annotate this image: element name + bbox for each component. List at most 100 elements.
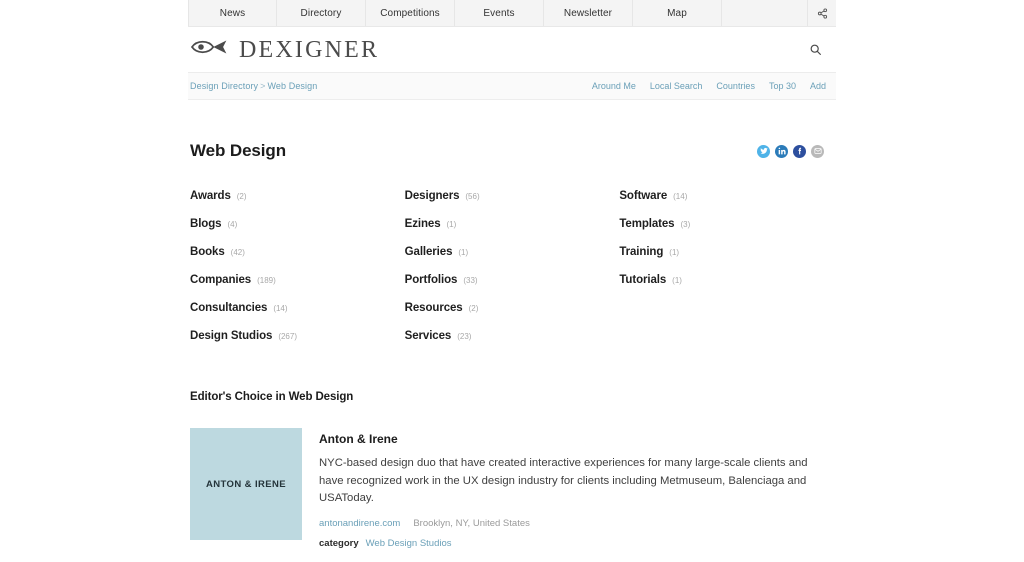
editors-choice-website-link[interactable]: antonandirene.com [319,518,400,529]
category-item-templates[interactable]: Templates (3) [619,218,834,246]
breadcrumb-action-add[interactable]: Add [810,81,826,91]
category-field-link[interactable]: Web Design Studios [366,538,452,549]
category-label: Tutorials [619,274,667,286]
category-count: (2) [236,192,247,201]
editors-choice-heading: Editor's Choice in Web Design [190,391,354,403]
category-count: (56) [465,192,480,201]
category-count: (3) [680,220,691,229]
category-item-portfolios[interactable]: Portfolios (33) [405,274,620,302]
nav-label: Map [667,7,687,19]
breadcrumb-action-around-me[interactable]: Around Me [592,81,636,91]
nav-item-directory[interactable]: Directory [277,0,366,26]
share-icon[interactable] [808,0,836,26]
breadcrumb-actions: Around Me Local Search Countries Top 30 … [592,81,826,91]
category-label: Books [190,246,225,258]
category-label: Templates [619,218,675,230]
page-title: Web Design [190,141,286,160]
nav-label: News [219,7,246,19]
category-item-software[interactable]: Software (14) [619,190,834,218]
thumbnail-label: ANTON & IRENE [206,478,286,490]
site-container: News Directory Competitions Events Newsl… [188,0,836,549]
category-item-resources[interactable]: Resources (2) [405,302,620,330]
category-label: Designers [404,190,460,202]
category-count: (14) [673,192,688,201]
category-label: Blogs [190,218,222,230]
category-label: Galleries [404,246,453,258]
breadcrumb-current-link[interactable]: Web Design [267,81,317,91]
category-label: Training [619,246,664,258]
category-item-designers[interactable]: Designers (56) [405,190,620,218]
category-count: (33) [463,276,478,285]
logo-wordmark: DEXIGNER [239,36,380,63]
top-navigation: News Directory Competitions Events Newsl… [188,0,836,27]
category-count: (14) [273,304,288,313]
category-item-awards[interactable]: Awards (2) [190,190,405,218]
category-label: Ezines [404,218,441,230]
category-label: Portfolios [404,274,458,286]
title-row: Web Design [190,100,834,161]
nav-label: Events [483,7,515,19]
category-count: (189) [257,276,276,285]
nav-item-news[interactable]: News [188,0,277,26]
breadcrumb-root-link[interactable]: Design Directory [190,81,258,91]
editors-choice-title[interactable]: Anton & Irene [319,432,834,446]
nav-item-events[interactable]: Events [455,0,544,26]
category-columns: Awards (2) Blogs (4) Books (42) Companie… [190,161,834,358]
breadcrumb-bar: Design Directory > Web Design Around Me Lo… [188,73,836,100]
category-label: Companies [190,274,252,286]
category-column-1: Awards (2) Blogs (4) Books (42) Companie… [190,190,405,358]
share-buttons [757,144,834,158]
category-item-books[interactable]: Books (42) [190,246,405,274]
main-content: Web Design Awards (2) Blogs (4) Books (4… [188,100,836,549]
category-count: (1) [669,248,680,257]
email-share-icon[interactable] [811,144,824,158]
category-label: Consultancies [190,302,268,314]
nav-item-map[interactable]: Map [633,0,722,26]
editors-choice-category-row: category Web Design Studios [319,538,834,549]
category-count: (1) [446,220,457,229]
category-count: (1) [458,248,469,257]
breadcrumb: Design Directory > Web Design [190,81,317,91]
category-item-consultancies[interactable]: Consultancies (14) [190,302,405,330]
category-item-design-studios[interactable]: Design Studios (267) [190,330,405,358]
category-label: Services [404,330,452,342]
editors-choice-thumbnail[interactable]: ANTON & IRENE [190,428,302,540]
linkedin-share-icon[interactable] [775,144,788,158]
search-icon[interactable] [804,39,826,61]
category-count: (1) [672,276,682,285]
header-bar: DEXIGNER [188,27,836,73]
category-column-2: Designers (56) Ezines (1) Galleries (1) … [405,190,620,358]
editors-choice-description: NYC-based design duo that have created i… [319,457,808,504]
editors-choice-meta: antonandirene.com Brooklyn, NY, United S… [319,518,834,529]
nav-label: Newsletter [563,7,613,19]
category-label: Awards [190,190,231,202]
category-label: Resources [404,302,463,314]
nav-label: Competitions [380,7,440,19]
category-item-blogs[interactable]: Blogs (4) [190,218,405,246]
site-logo[interactable]: DEXIGNER [190,38,379,62]
category-item-ezines[interactable]: Ezines (1) [405,218,620,246]
breadcrumb-action-local-search[interactable]: Local Search [650,81,703,91]
editors-choice-body: Anton & Irene NYC-based design duo that … [319,428,834,549]
category-item-tutorials[interactable]: Tutorials (1) [619,274,834,302]
fish-eye-logo-icon [190,38,230,61]
category-label: Design Studios [190,330,273,342]
category-item-services[interactable]: Services (23) [405,330,620,358]
category-field-label: category [319,537,359,549]
category-item-companies[interactable]: Companies (189) [190,274,405,302]
editors-choice-card: ANTON & IRENE Anton & Irene NYC-based de… [190,428,834,549]
category-count: (4) [227,220,238,229]
category-count: (267) [278,332,297,341]
category-label: Software [619,190,668,202]
category-column-3: Software (14) Templates (3) Training (1)… [619,190,834,358]
breadcrumb-action-top-30[interactable]: Top 30 [769,81,796,91]
breadcrumb-action-countries[interactable]: Countries [716,81,755,91]
category-item-galleries[interactable]: Galleries (1) [405,246,620,274]
nav-item-newsletter[interactable]: Newsletter [544,0,633,26]
category-item-training[interactable]: Training (1) [619,246,834,274]
twitter-share-icon[interactable] [757,144,770,158]
nav-item-competitions[interactable]: Competitions [366,0,455,26]
facebook-share-icon[interactable] [793,144,806,158]
editors-choice-location: Brooklyn, NY, United States [413,517,530,529]
page-root: News Directory Competitions Events Newsl… [0,0,1024,562]
